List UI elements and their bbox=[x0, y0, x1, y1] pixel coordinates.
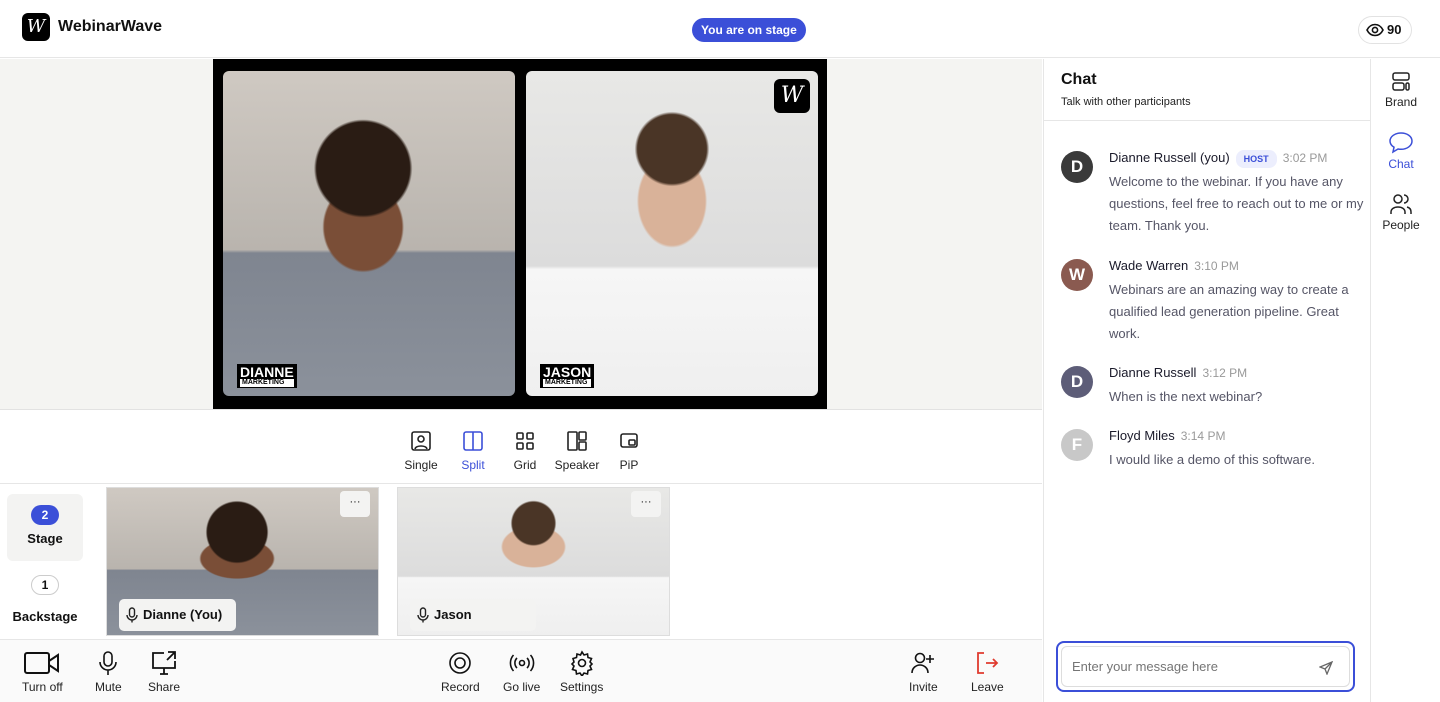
message-text: Welcome to the webinar. If you have any … bbox=[1109, 174, 1364, 233]
avatar: D bbox=[1061, 151, 1093, 183]
participant-tag: Jason bbox=[410, 599, 536, 631]
message-text: When is the next webinar? bbox=[1109, 389, 1263, 404]
share-screen-button[interactable]: Share bbox=[148, 650, 180, 694]
gear-icon bbox=[570, 650, 593, 676]
more-options-button[interactable]: ··· bbox=[340, 491, 370, 517]
chat-message: F Floyd Miles 3:14 PM I would like a demo o… bbox=[1061, 425, 1371, 471]
chat-bubble-icon bbox=[1389, 132, 1413, 154]
single-icon bbox=[411, 431, 431, 451]
leave-icon bbox=[977, 652, 999, 674]
message-author: Floyd Miles bbox=[1109, 428, 1175, 443]
chat-message-input[interactable] bbox=[1061, 646, 1350, 687]
broadcast-icon bbox=[509, 654, 534, 672]
host-badge: HOST bbox=[1235, 150, 1277, 168]
microphone-icon bbox=[417, 607, 429, 623]
microphone-icon bbox=[99, 651, 118, 675]
message-time: 3:02 PM bbox=[1282, 151, 1328, 165]
top-bar: W WebinarWave You are on stage 90 bbox=[0, 0, 1440, 58]
add-user-icon bbox=[911, 652, 935, 674]
avatar: D bbox=[1061, 366, 1093, 398]
chat-panel: Chat Talk with other participants D Diann… bbox=[1043, 59, 1371, 702]
thumbnail-dianne[interactable]: ··· Dianne (You) bbox=[106, 487, 379, 636]
record-button[interactable]: Record bbox=[441, 650, 480, 694]
microphone-icon bbox=[126, 607, 138, 623]
message-time: 3:10 PM bbox=[1194, 259, 1239, 273]
layout-speaker[interactable]: Speaker bbox=[551, 430, 603, 472]
settings-button[interactable]: Settings bbox=[560, 650, 603, 694]
chat-message: W Wade Warren 3:10 PM Webinars are an amazi… bbox=[1061, 255, 1371, 345]
chat-message: D Dianne Russell 3:12 PM When is the next w… bbox=[1061, 362, 1371, 408]
stage-count: 2 bbox=[31, 505, 59, 525]
participant-tag: Dianne (You) bbox=[119, 599, 237, 631]
stage-tile-dianne[interactable]: DIANNE MARKETING bbox=[223, 71, 515, 396]
rail-chat[interactable]: Chat bbox=[1371, 131, 1431, 171]
layout-pip[interactable]: PiP bbox=[603, 430, 655, 472]
go-live-button[interactable]: Go live bbox=[503, 650, 540, 694]
rail-people[interactable]: People bbox=[1371, 192, 1431, 232]
split-icon bbox=[463, 431, 483, 451]
brand-icon bbox=[1392, 72, 1410, 91]
avatar: W bbox=[1061, 259, 1093, 291]
app-name: WebinarWave bbox=[58, 18, 163, 35]
backstage-label: Backstage bbox=[12, 609, 78, 624]
grid-icon bbox=[516, 432, 534, 450]
pip-icon bbox=[620, 433, 638, 448]
invite-button[interactable]: Invite bbox=[909, 650, 938, 694]
name-lower-third: JASON MARKETING bbox=[540, 364, 595, 388]
stage-label: Stage bbox=[27, 531, 63, 546]
message-author: Dianne Russell (you) bbox=[1109, 150, 1230, 165]
chat-input-wrapper bbox=[1056, 641, 1355, 692]
backstage-count: 1 bbox=[31, 575, 59, 595]
message-time: 3:14 PM bbox=[1180, 429, 1226, 443]
layout-split[interactable]: Split bbox=[447, 430, 499, 472]
layout-single[interactable]: Single bbox=[395, 430, 447, 472]
message-author: Wade Warren bbox=[1109, 258, 1189, 273]
send-icon[interactable] bbox=[1319, 661, 1333, 675]
eye-icon bbox=[1366, 23, 1384, 37]
avatar: F bbox=[1061, 429, 1093, 461]
right-rail: Brand Chat People bbox=[1370, 59, 1440, 702]
thumbnail-jason[interactable]: ··· Jason bbox=[397, 487, 670, 636]
rail-brand[interactable]: Brand bbox=[1371, 71, 1431, 109]
app-logo: W bbox=[22, 13, 50, 41]
viewer-count-value: 90 bbox=[1387, 22, 1402, 37]
chat-subtitle: Talk with other participants bbox=[1061, 96, 1191, 108]
video-camera-icon bbox=[24, 652, 60, 674]
message-text: I would like a demo of this software. bbox=[1109, 452, 1315, 467]
people-icon bbox=[1390, 194, 1412, 214]
chat-message: D Dianne Russell (you) HOST 3:02 PM Welcome … bbox=[1061, 147, 1371, 237]
more-options-button[interactable]: ··· bbox=[631, 491, 661, 517]
share-screen-icon bbox=[152, 651, 176, 675]
message-text: Webinars are an amazing way to create a … bbox=[1109, 282, 1349, 341]
stage-section-tab[interactable]: 2 Stage bbox=[7, 494, 83, 561]
message-time: 3:12 PM bbox=[1202, 366, 1248, 380]
stage-tile-jason[interactable]: W JASON MARKETING bbox=[526, 71, 818, 396]
speaker-icon bbox=[567, 431, 587, 451]
brand-watermark: W bbox=[774, 79, 810, 113]
on-stage-badge: You are on stage bbox=[692, 18, 806, 42]
layout-grid[interactable]: Grid bbox=[499, 430, 551, 472]
layout-switcher: Single Split Grid Speaker PiP bbox=[395, 430, 655, 472]
name-lower-third: DIANNE MARKETING bbox=[237, 364, 297, 388]
divider bbox=[1044, 120, 1371, 121]
divider bbox=[0, 483, 1042, 484]
bottom-toolbar: Turn off Mute Share Record Go live Setti… bbox=[0, 639, 1042, 702]
leave-button[interactable]: Leave bbox=[971, 650, 1004, 694]
chat-title: Chat bbox=[1061, 71, 1097, 88]
mute-button[interactable]: Mute bbox=[95, 650, 122, 694]
record-icon bbox=[449, 652, 472, 674]
backstage-section-tab[interactable]: 1 Backstage bbox=[7, 566, 83, 624]
turn-off-camera-button[interactable]: Turn off bbox=[22, 650, 63, 694]
message-author: Dianne Russell bbox=[1109, 365, 1197, 380]
stage-canvas: DIANNE MARKETING W JASON MARKETING bbox=[213, 59, 827, 409]
viewer-count[interactable]: 90 bbox=[1358, 16, 1412, 44]
